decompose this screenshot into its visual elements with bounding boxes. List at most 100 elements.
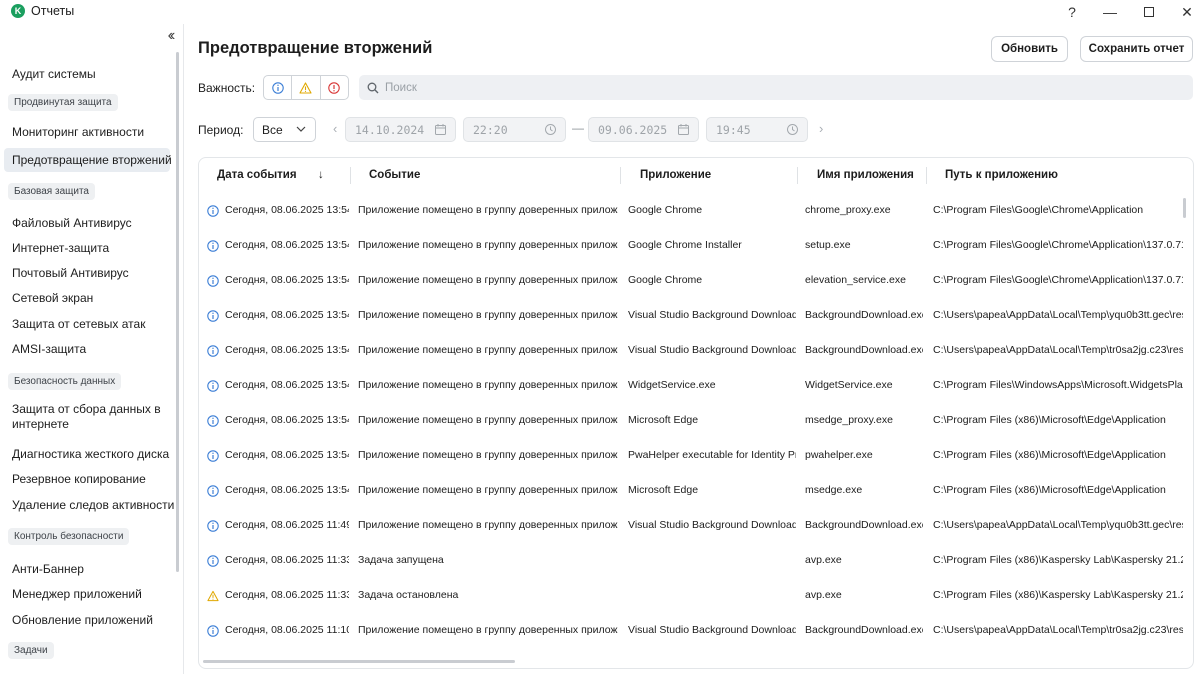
minimize-button[interactable]: — xyxy=(1092,2,1128,22)
table-row[interactable]: Сегодня, 08.06.2025 13:54:14 Приложение п… xyxy=(199,369,1189,404)
sidebar-item[interactable]: AMSI-защита xyxy=(4,337,170,361)
sidebar-item[interactable]: Предотвращение вторжений xyxy=(4,148,172,172)
table-row[interactable]: Сегодня, 08.06.2025 13:54:14 Приложение п… xyxy=(199,264,1189,299)
sort-desc-icon[interactable]: ↓ xyxy=(318,169,324,181)
cell-event: Приложение помещено в группу доверенных … xyxy=(358,449,618,461)
sidebar-item[interactable]: Сетевой экран xyxy=(4,286,170,310)
time-to-field[interactable]: 19:45 xyxy=(706,117,808,142)
cell-date: Сегодня, 08.06.2025 13:54:14 xyxy=(225,379,349,391)
title-bar: K Отчеты ? — ✕ xyxy=(0,0,1200,24)
cell-app-name: msedge_proxy.exe xyxy=(805,414,893,426)
column-header-app-path[interactable]: Путь к приложению xyxy=(945,169,1058,181)
table-row[interactable]: Сегодня, 08.06.2025 11:33:31 Задача остан… xyxy=(199,579,1189,614)
cell-app-name: avp.exe xyxy=(805,554,842,566)
table-row[interactable]: Сегодня, 08.06.2025 13:54:14 Приложение п… xyxy=(199,334,1189,369)
column-header-app-name[interactable]: Имя приложения xyxy=(817,169,914,181)
close-button[interactable]: ✕ xyxy=(1169,2,1200,22)
cell-app-path: C:\Users\papea\AppData\Local\Temp\yqu0b3… xyxy=(933,519,1183,531)
date-from-field[interactable]: 14.10.2024 xyxy=(345,117,456,142)
time-from-value: 22:20 xyxy=(473,122,508,137)
sidebar-scrollbar[interactable] xyxy=(176,52,179,572)
window-title: Отчеты xyxy=(31,4,75,18)
info-icon xyxy=(207,450,219,462)
sidebar-section-header: Базовая защита xyxy=(8,183,95,200)
sidebar-item[interactable]: Интернет-защита xyxy=(4,236,170,260)
sidebar-item[interactable]: Менеджер приложений xyxy=(4,582,170,606)
calendar-icon xyxy=(678,124,689,135)
severity-warning-toggle[interactable] xyxy=(292,76,321,99)
sidebar-section-header: Контроль безопасности xyxy=(8,528,130,545)
table-row[interactable]: Сегодня, 08.06.2025 11:10:01 Приложение п… xyxy=(199,614,1189,649)
column-resizer[interactable] xyxy=(620,167,621,184)
sidebar-item[interactable]: Удаление следов активности xyxy=(4,493,174,517)
cell-application: Microsoft Edge xyxy=(628,414,699,426)
table-row[interactable]: Сегодня, 08.06.2025 11:33:39 Задача запущ… xyxy=(199,544,1189,579)
table-row[interactable]: Сегодня, 08.06.2025 13:54:14 Приложение п… xyxy=(199,439,1189,474)
table-row[interactable]: Сегодня, 08.06.2025 13:54:14 Приложение п… xyxy=(199,229,1189,264)
next-period-button[interactable]: › xyxy=(819,121,823,136)
refresh-button[interactable]: Обновить xyxy=(991,36,1068,62)
collapse-sidebar-button[interactable]: ‹‹ xyxy=(160,26,180,46)
cell-event: Приложение помещено в группу доверенных … xyxy=(358,379,618,391)
table-vertical-scrollbar[interactable] xyxy=(1183,198,1186,218)
range-separator: — xyxy=(572,121,584,135)
prev-period-button[interactable]: ‹ xyxy=(333,121,337,136)
cell-event: Приложение помещено в группу доверенных … xyxy=(358,344,618,356)
save-report-button[interactable]: Сохранить отчет xyxy=(1080,36,1193,62)
cell-app-path: C:\Program Files (x86)\Microsoft\Edge\Ap… xyxy=(933,414,1166,426)
cell-app-name: BackgroundDownload.exe xyxy=(805,624,923,636)
sidebar-item[interactable]: Анти-Баннер xyxy=(4,557,170,581)
period-label: Период: xyxy=(198,123,244,137)
table-row[interactable]: Сегодня, 08.06.2025 13:54:14 Приложение п… xyxy=(199,474,1189,509)
sidebar-item[interactable]: Защита от сетевых атак xyxy=(4,312,170,336)
cell-date: Сегодня, 08.06.2025 13:54:14 xyxy=(225,414,349,426)
info-icon xyxy=(207,415,219,427)
cell-app-path: C:\Program Files\Google\Chrome\Applicati… xyxy=(933,204,1144,216)
cell-app-path: C:\Program Files\Google\Chrome\Applicati… xyxy=(933,239,1183,251)
column-resizer[interactable] xyxy=(926,167,927,184)
cell-date: Сегодня, 08.06.2025 13:54:14 xyxy=(225,239,349,251)
table-row[interactable]: Сегодня, 08.06.2025 13:54:14 Приложение п… xyxy=(199,194,1189,229)
search-input[interactable] xyxy=(385,81,1165,94)
column-header-application[interactable]: Приложение xyxy=(640,169,711,181)
sidebar-section-header: Безопасность данных xyxy=(8,373,122,390)
cell-app-path: C:\Program Files (x86)\Microsoft\Edge\Ap… xyxy=(933,484,1166,496)
sidebar-item[interactable]: Почтовый Антивирус xyxy=(4,261,170,285)
cell-date: Сегодня, 08.06.2025 13:54:14 xyxy=(225,204,349,216)
table-row[interactable]: Сегодня, 08.06.2025 11:49:19 Приложение п… xyxy=(199,509,1189,544)
cell-application: PwaHelper executable for Identity Proxy xyxy=(628,449,796,461)
severity-info-toggle[interactable] xyxy=(264,76,293,99)
maximize-button[interactable] xyxy=(1131,2,1167,22)
sidebar-item[interactable]: Файловый Антивирус xyxy=(4,211,170,235)
severity-error-toggle[interactable] xyxy=(321,76,348,99)
cell-app-path: C:\Program Files (x86)\Kaspersky Lab\Kas… xyxy=(933,554,1183,566)
cell-application: Visual Studio Background Download xyxy=(628,624,796,636)
cell-application: Google Chrome Installer xyxy=(628,239,742,251)
sidebar-item[interactable]: Обновление приложений xyxy=(4,608,170,632)
column-resizer[interactable] xyxy=(350,167,351,184)
cell-app-path: C:\Program Files (x86)\Kaspersky Lab\Kas… xyxy=(933,589,1183,601)
info-icon xyxy=(207,380,219,392)
sidebar-item[interactable]: Диагностика жесткого диска xyxy=(4,442,170,466)
info-icon xyxy=(207,485,219,497)
period-select[interactable]: Все xyxy=(253,117,316,142)
table-horizontal-scrollbar[interactable] xyxy=(203,660,515,663)
time-from-field[interactable]: 22:20 xyxy=(463,117,566,142)
help-button[interactable]: ? xyxy=(1054,2,1090,22)
column-header-date[interactable]: Дата события xyxy=(217,169,297,181)
cell-app-path: C:\Users\papea\AppData\Local\Temp\tr0sa2… xyxy=(933,624,1183,636)
warning-icon xyxy=(207,590,219,602)
table-row[interactable]: Сегодня, 08.06.2025 13:54:14 Приложение п… xyxy=(199,404,1189,439)
column-header-event[interactable]: Событие xyxy=(369,169,420,181)
date-to-field[interactable]: 09.06.2025 xyxy=(588,117,699,142)
clock-icon xyxy=(545,124,556,135)
cell-date: Сегодня, 08.06.2025 11:10:01 xyxy=(225,624,349,636)
table-row[interactable]: Сегодня, 08.06.2025 13:54:14 Приложение п… xyxy=(199,299,1189,334)
sidebar-item[interactable]: Резервное копирование xyxy=(4,467,170,491)
sidebar-item[interactable]: Мониторинг активности xyxy=(4,120,170,144)
sidebar-item[interactable]: Защита от сбора данных в интернете xyxy=(4,400,170,434)
column-resizer[interactable] xyxy=(797,167,798,184)
period-value: Все xyxy=(262,122,283,137)
search-box[interactable] xyxy=(359,75,1193,100)
sidebar-item[interactable]: Аудит системы xyxy=(4,62,170,86)
